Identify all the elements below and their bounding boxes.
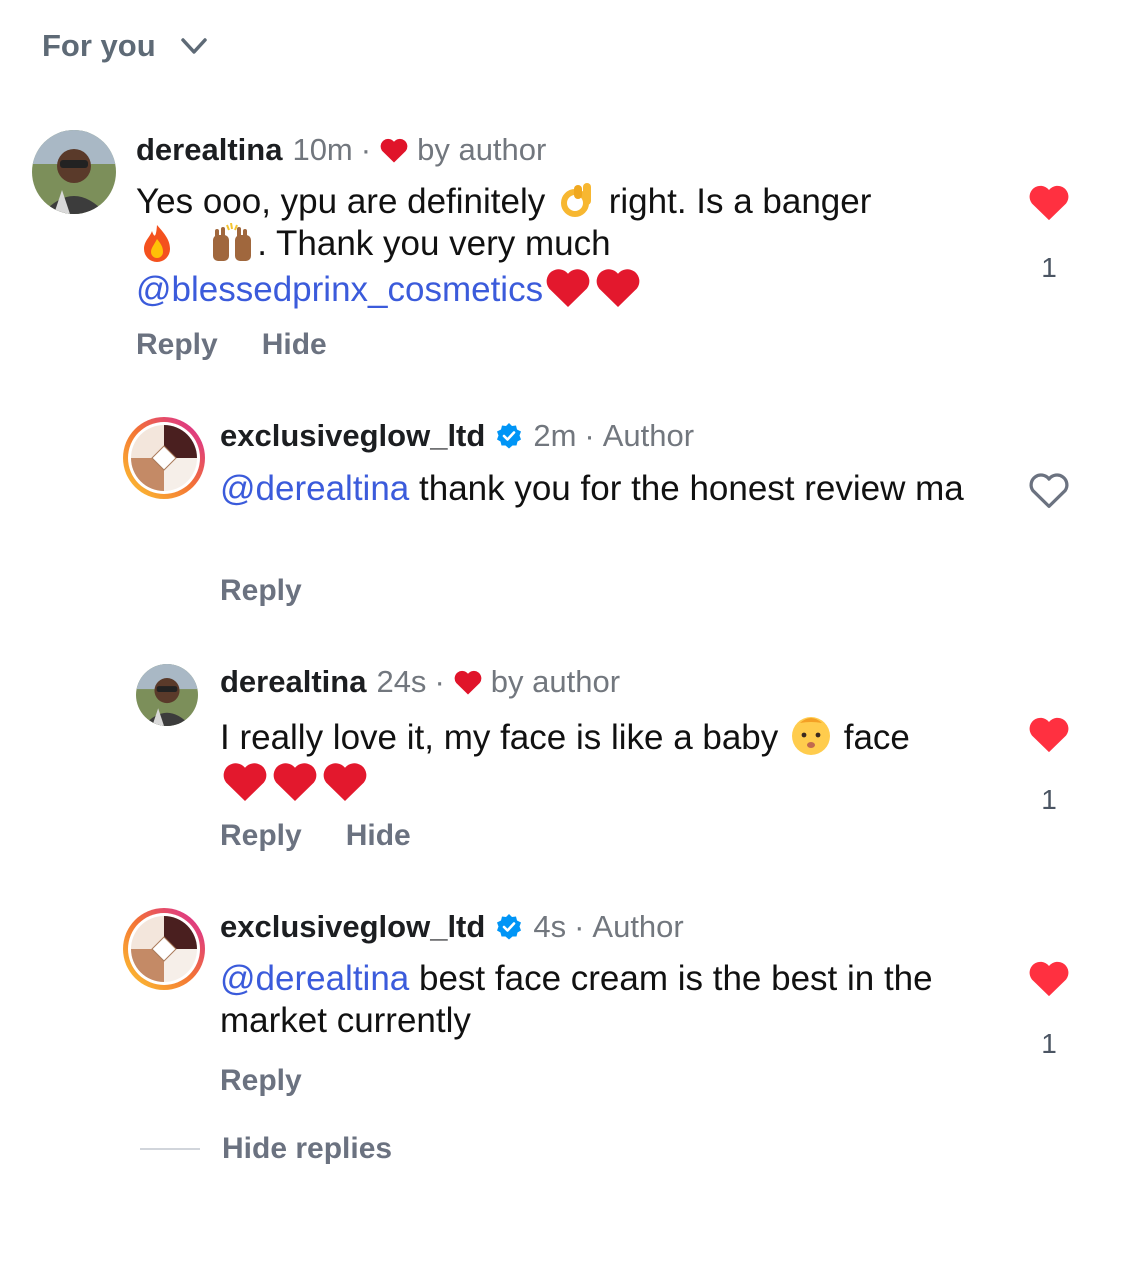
heart-filled-icon [1029,961,1069,997]
ok-hand-emoji-icon [561,183,591,217]
red-heart-emoji-icon [273,763,317,801]
comment-text-part: right. Is a banger [608,182,872,221]
baby-emoji-icon [792,717,830,755]
comment-text: Yes ooo, ypu are definitely right. Is a … [136,181,906,311]
timestamp: 24s [376,664,427,699]
avatar[interactable] [136,664,198,726]
fire-emoji-icon [144,225,170,262]
timestamp: 2m [533,418,577,453]
chevron-down-icon [180,38,207,54]
avatar[interactable] [122,416,206,500]
author-label: Author [592,909,684,944]
red-heart-emoji-icon [596,269,640,307]
username[interactable]: exclusiveglow_ltd [220,909,485,945]
hide-button[interactable]: Hide [346,819,411,853]
separator: · [584,418,595,453]
heart-outline-icon [1029,473,1069,508]
username[interactable]: exclusiveglow_ltd [220,418,485,454]
reply-button[interactable]: Reply [220,1064,302,1098]
comment-text-part: face [843,718,910,757]
comment-actions: Reply Hide [220,819,411,853]
comment-text: @derealtina best face cream is the best … [220,958,960,1042]
username[interactable]: derealtina [136,132,282,168]
comment-text-part: . Thank you very much [257,224,611,263]
sort-filter-label: For you [42,28,156,63]
liked-by-author-label: by author [490,664,621,699]
avatar[interactable] [122,907,206,991]
comment-actions: Reply [220,574,302,608]
comment-text: I really love it, my face is like a baby… [220,713,990,805]
like-button[interactable] [1026,470,1072,510]
mention-link[interactable]: @derealtina [220,469,409,508]
comment-meta: exclusiveglow_ltd 4s · Author [220,909,684,945]
heart-icon [380,138,408,163]
separator: · [434,664,445,699]
hide-button[interactable]: Hide [262,328,327,362]
divider [140,1148,200,1150]
like-count: 1 [1041,784,1057,815]
red-heart-emoji-icon [323,763,367,801]
comment-text: @derealtina thank you for the honest rev… [220,468,980,510]
red-heart-emoji-icon [546,269,590,307]
timestamp: 10m [292,132,353,167]
comment-actions: Reply [220,1064,302,1098]
comment-meta: exclusiveglow_ltd 2m · Author [220,418,694,454]
liked-by-author-label: by author [417,132,547,167]
mention-link[interactable]: @blessedprinx_cosmetics [136,270,543,309]
like-count: 1 [1041,1028,1057,1059]
like-button[interactable]: 1 [1026,958,1072,1060]
sort-filter-dropdown[interactable]: For you [42,28,208,64]
mention-link[interactable]: @derealtina [220,959,409,998]
heart-filled-icon [1029,717,1069,753]
comment-meta: derealtina 10m · by author [136,132,546,168]
separator: · [574,909,585,944]
verified-badge-icon [497,914,522,940]
heart-icon [454,670,482,695]
hide-replies-label: Hide replies [222,1132,393,1165]
timestamp: 4s [533,909,567,944]
comment-text-part: I really love it, my face is like a baby [220,718,788,757]
like-button[interactable]: 1 [1026,182,1072,284]
comment-meta: derealtina 24s · by author [220,664,620,700]
raising-hands-emoji-icon [213,223,252,261]
reply-button[interactable]: Reply [220,574,302,608]
comment-text-part: Yes ooo, ypu are definitely [136,182,555,221]
like-count: 1 [1041,252,1057,283]
red-heart-emoji-icon [223,763,267,801]
like-button[interactable]: 1 [1026,714,1072,816]
reply-button[interactable]: Reply [220,819,302,853]
heart-filled-icon [1029,185,1069,221]
comment-text-part: thank you for the honest review ma [419,469,964,508]
author-label: Author [602,418,695,453]
separator: · [360,132,372,167]
hide-replies-button[interactable]: Hide replies [140,1132,392,1166]
avatar[interactable] [32,130,116,214]
username[interactable]: derealtina [220,664,366,700]
reply-button[interactable]: Reply [136,328,218,362]
comment-actions: Reply Hide [136,328,327,362]
verified-badge-icon [497,423,522,449]
